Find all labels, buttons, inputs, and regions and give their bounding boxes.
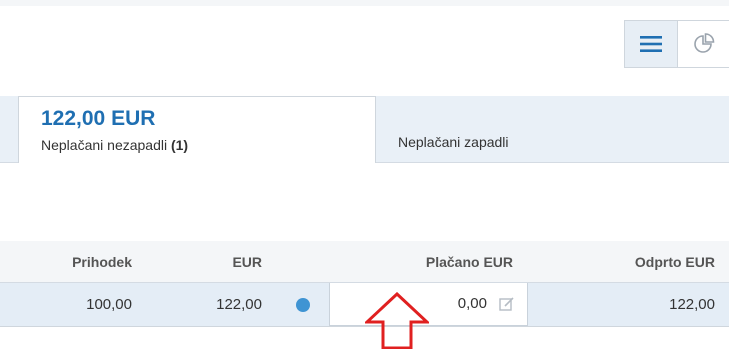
col-header-paid[interactable]: Plačano EUR [426,254,513,270]
table-header: Prihodek EUR Plačano EUR Odprto EUR [0,241,729,283]
chart-view-button[interactable] [678,21,729,67]
col-header-income[interactable]: Prihodek [72,254,132,270]
pie-chart-icon [694,33,715,53]
top-strip [0,0,729,6]
tab-unpaid-not-overdue[interactable]: 122,00 EUR Neplačani nezapadli (1) [18,96,376,163]
tab-unpaid-overdue[interactable]: Neplačani zapadli [398,134,509,150]
status-dot [296,298,310,312]
col-header-open[interactable]: Odprto EUR [635,254,715,270]
hamburger-list-icon [640,36,662,52]
paid-value: 0,00 [457,295,487,312]
list-view-button[interactable] [625,21,678,67]
tab-amount: 122,00 EUR [41,107,156,130]
cell-income: 100,00 [86,296,132,313]
col-header-eur[interactable]: EUR [232,254,262,270]
view-toggle [624,20,729,68]
cell-eur: 122,00 [216,296,262,313]
tab-count: (1) [170,137,189,153]
tab-label: Neplačani nezapadli (1) [41,137,189,153]
edit-icon[interactable] [499,296,515,312]
cell-open: 122,00 [669,296,715,313]
up-arrow-outline-icon [365,292,429,349]
